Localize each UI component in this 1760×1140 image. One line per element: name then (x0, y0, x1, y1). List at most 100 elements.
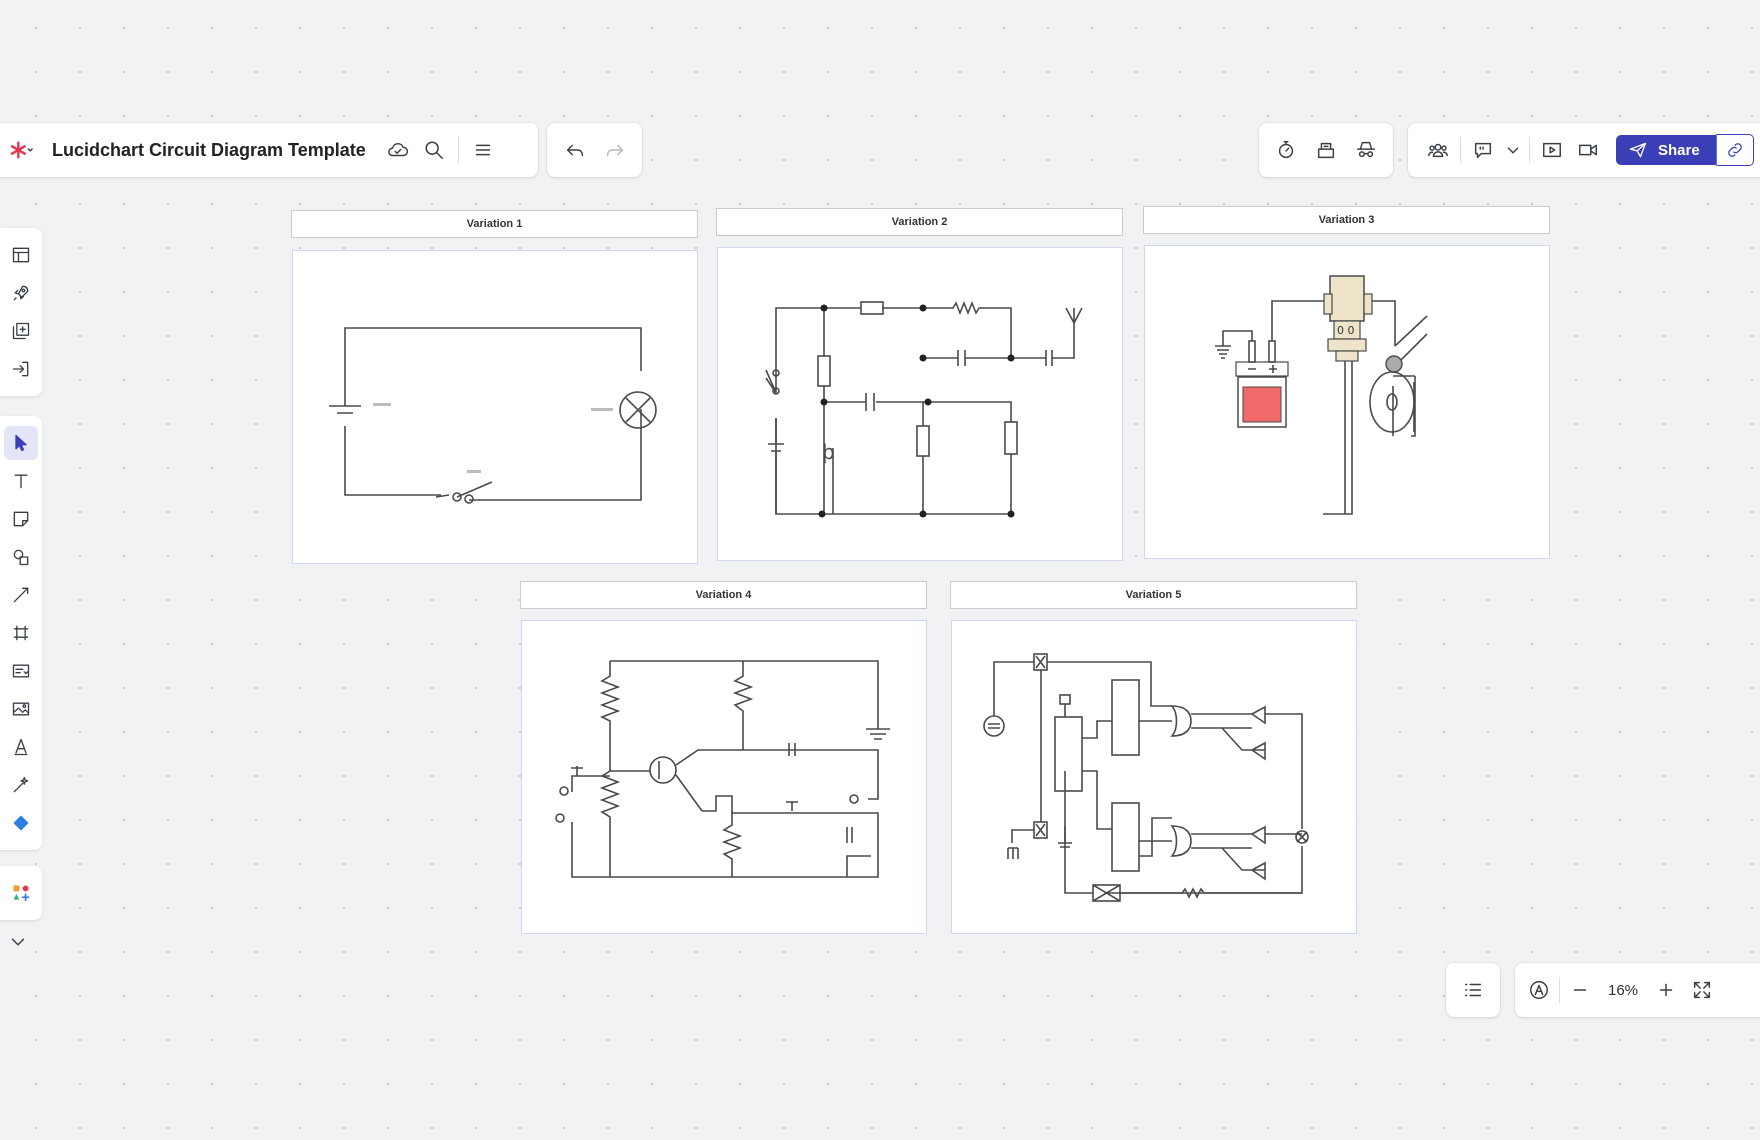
play-presentation-icon (1543, 142, 1561, 158)
menu-button[interactable] (465, 132, 501, 168)
frame-tool[interactable] (4, 616, 38, 650)
variation-4-label[interactable]: Variation 4 (520, 581, 927, 609)
connector-line-icon (13, 587, 29, 603)
voting-button[interactable] (1308, 132, 1344, 168)
import-button[interactable] (4, 352, 38, 386)
variation-1-label[interactable]: Variation 1 (291, 210, 698, 238)
shape-library-icon (13, 885, 30, 901)
collaboration-toolbar: Share (1408, 123, 1760, 177)
variation-2-diagram[interactable]: þ (717, 247, 1123, 561)
toolbar-divider (457, 137, 459, 163)
pen-tool[interactable] (4, 730, 38, 764)
fit-to-screen-button[interactable] (1684, 972, 1720, 1008)
lucid-logo-menu[interactable] (0, 132, 44, 168)
minus-icon (1573, 989, 1587, 991)
component-glyph: þ (822, 440, 835, 464)
quick-start-button[interactable] (4, 276, 38, 310)
sticky-note-tool[interactable] (4, 502, 38, 536)
private-mode-button[interactable] (1348, 132, 1384, 168)
left-panel-toolbar (0, 228, 42, 396)
variation-5-diagram[interactable] (951, 620, 1357, 934)
templates-button[interactable] (4, 238, 38, 272)
drawing-toolbar (0, 416, 42, 850)
copy-link-button[interactable] (1715, 134, 1754, 166)
search-button[interactable] (416, 132, 452, 168)
variation-1-diagram[interactable] (292, 250, 698, 564)
variation-3-label[interactable]: Variation 3 (1143, 206, 1550, 234)
incognito-icon (1357, 141, 1375, 158)
list-outline-icon (1464, 983, 1482, 997)
redo-button[interactable] (597, 132, 633, 168)
lucid-spark-tool[interactable] (4, 806, 38, 840)
timer-icon (1278, 141, 1294, 159)
hamburger-menu-icon (475, 144, 490, 156)
shapes-tool[interactable] (4, 540, 38, 574)
search-icon (425, 141, 443, 159)
toolbar-divider (1460, 137, 1461, 163)
chevron-down-icon (1507, 147, 1519, 154)
variation-5-label[interactable]: Variation 5 (950, 581, 1357, 609)
logic-circuit-drawing (983, 653, 1309, 902)
circle-a-icon (1530, 981, 1548, 999)
switch-symbol (435, 481, 493, 498)
rc-network-drawing: þ (765, 300, 1083, 518)
shape-library-toolbar (0, 866, 42, 920)
ignition-system-drawing: 0 0 (1215, 275, 1428, 515)
document-title[interactable]: Lucidchart Circuit Diagram Template (52, 140, 366, 161)
variation-4-diagram[interactable] (521, 620, 927, 934)
shape-library-button[interactable] (4, 876, 38, 910)
share-button[interactable]: Share (1616, 135, 1716, 165)
card-list-icon (12, 664, 30, 678)
add-container-button[interactable] (4, 314, 38, 348)
layout-template-icon (12, 247, 30, 263)
variation-3-diagram[interactable]: 0 0 (1144, 245, 1550, 559)
collaborators-button[interactable] (1420, 132, 1456, 168)
pen-nib-icon (14, 738, 28, 756)
outline-panel-toolbar (1446, 963, 1500, 1017)
accessibility-button[interactable] (1521, 972, 1557, 1008)
image-tool[interactable] (4, 692, 38, 726)
toolbar-divider (1559, 977, 1560, 1003)
cloud-save-button[interactable] (380, 132, 416, 168)
zoom-out-button[interactable] (1562, 972, 1598, 1008)
document-toolbar: Lucidchart Circuit Diagram Template (0, 123, 538, 177)
history-toolbar (547, 123, 642, 177)
image-icon (12, 702, 30, 716)
video-call-button[interactable] (1570, 132, 1606, 168)
transistor-amplifier-drawing (555, 660, 890, 878)
undo-button[interactable] (557, 132, 593, 168)
rocket-icon (13, 285, 29, 301)
share-label: Share (1658, 141, 1700, 159)
outline-button[interactable] (1455, 972, 1491, 1008)
chevron-down-icon (11, 938, 25, 946)
video-camera-icon (1579, 144, 1597, 156)
timer-button[interactable] (1268, 132, 1304, 168)
select-tool[interactable] (4, 426, 38, 460)
comments-dropdown[interactable] (1501, 132, 1525, 168)
ballot-box-icon (1317, 142, 1335, 159)
blue-diamond-icon (13, 815, 29, 831)
expand-toolbar-button[interactable] (0, 924, 36, 960)
simple-circuit-drawing (329, 327, 657, 504)
component-glyph: 0 0 (1337, 324, 1355, 337)
ai-tool[interactable] (4, 768, 38, 802)
send-paper-plane-icon (1629, 142, 1647, 158)
table-tool[interactable] (4, 654, 38, 688)
cloud-check-icon (387, 142, 408, 157)
frame-icon (13, 625, 29, 641)
text-tool[interactable] (4, 464, 38, 498)
plus-icon (1659, 983, 1673, 997)
add-frame-icon (12, 322, 30, 340)
zoom-toolbar: 16% (1515, 963, 1760, 1017)
zoom-level[interactable]: 16% (1598, 982, 1648, 999)
activity-toolbar (1259, 123, 1393, 177)
zoom-in-button[interactable] (1648, 972, 1684, 1008)
present-button[interactable] (1534, 132, 1570, 168)
lucid-asterisk-icon (11, 141, 33, 159)
import-arrow-icon (12, 361, 29, 377)
cursor-arrow-icon (15, 434, 27, 452)
variation-2-label[interactable]: Variation 2 (716, 208, 1123, 236)
comments-button[interactable] (1465, 132, 1501, 168)
redo-icon (606, 144, 623, 157)
line-tool[interactable] (4, 578, 38, 612)
